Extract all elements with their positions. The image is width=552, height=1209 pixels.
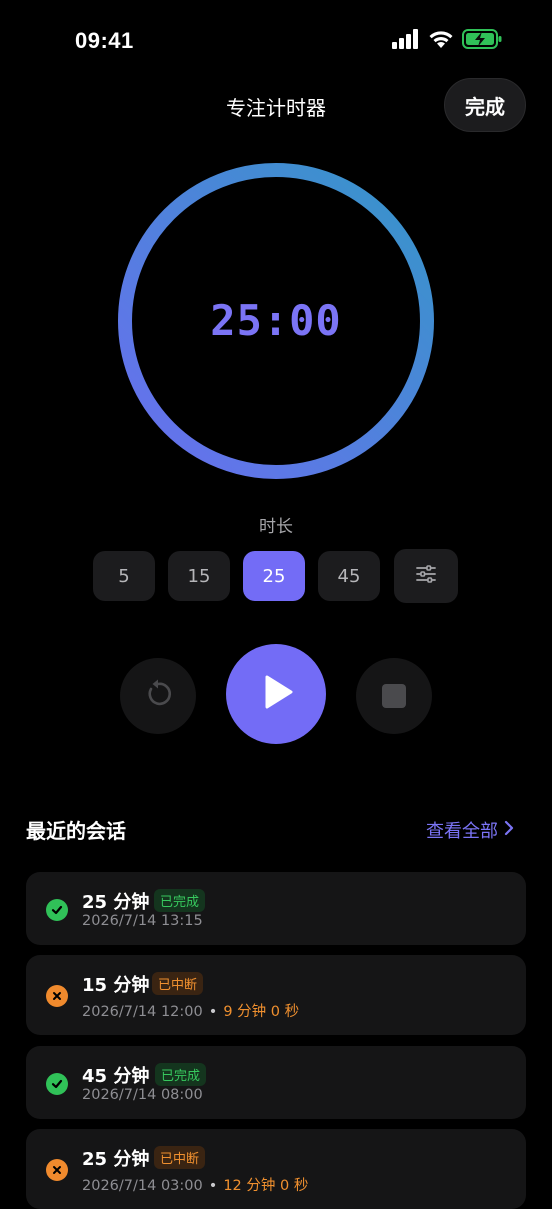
session-duration: 25 分钟 — [82, 1149, 150, 1170]
play-icon — [256, 672, 296, 716]
interrupted-x-icon — [46, 1159, 68, 1181]
status-badge: 已中断 — [154, 1146, 206, 1169]
timer-display: 25:00 — [210, 296, 342, 345]
session-meta: 2026/7/14 03:00 • 12 分钟 0 秒 — [82, 1174, 308, 1195]
separator-dot: • — [208, 1178, 218, 1194]
session-meta: 2026/7/14 13:15 — [82, 913, 203, 929]
elapsed-time: 9 分钟 0 秒 — [223, 1004, 300, 1020]
status-bar: 09:41 — [0, 0, 552, 80]
completed-check-icon — [46, 1073, 68, 1095]
session-item[interactable]: 15 分钟 已中断 2026/7/14 12:00 • 9 分钟 0 秒 — [26, 955, 526, 1035]
chevron-right-icon — [504, 820, 514, 841]
sliders-icon — [415, 564, 437, 588]
session-item[interactable]: 25 分钟 已中断 2026/7/14 03:00 • 12 分钟 0 秒 — [26, 1129, 526, 1209]
duration-option-45[interactable]: 45 — [318, 551, 380, 601]
duration-option-15[interactable]: 15 — [168, 551, 230, 601]
battery-charging-icon — [462, 29, 502, 53]
session-meta: 2026/7/14 08:00 — [82, 1087, 203, 1103]
custom-duration-button[interactable] — [394, 549, 458, 603]
separator-dot: • — [208, 1004, 218, 1020]
signal-icon — [392, 29, 420, 53]
session-meta: 2026/7/14 12:00 • 9 分钟 0 秒 — [82, 1000, 299, 1021]
status-icons — [392, 29, 502, 53]
timer-controls — [0, 644, 552, 746]
duration-label: 时长 — [259, 517, 293, 537]
session-datetime: 2026/7/14 03:00 — [82, 1178, 203, 1194]
status-badge: 已完成 — [154, 889, 206, 912]
duration-selector: 5 15 25 45 — [0, 549, 552, 603]
duration-option-5[interactable]: 5 — [93, 551, 155, 601]
session-item[interactable]: 25 分钟 已完成 2026/7/14 13:15 — [26, 872, 526, 945]
session-datetime: 2026/7/14 12:00 — [82, 1004, 203, 1020]
reset-button[interactable] — [120, 658, 196, 734]
reset-icon — [142, 678, 174, 714]
completed-check-icon — [46, 899, 68, 921]
stop-icon — [382, 684, 406, 708]
status-badge: 已中断 — [152, 972, 204, 995]
status-badge: 已完成 — [155, 1063, 207, 1086]
done-button[interactable]: 完成 — [444, 78, 526, 132]
wifi-icon — [428, 29, 454, 53]
recent-sessions-title: 最近的会话 — [26, 819, 126, 843]
view-all-label: 查看全部 — [426, 821, 498, 842]
session-duration: 25 分钟 — [82, 892, 150, 913]
elapsed-time: 12 分钟 0 秒 — [223, 1178, 309, 1194]
session-datetime: 2026/7/14 13:15 — [82, 913, 203, 929]
timer-ring: 25:00 — [117, 162, 435, 480]
status-time: 09:41 — [75, 28, 134, 53]
view-all-link[interactable]: 查看全部 — [426, 817, 514, 843]
stop-button[interactable] — [356, 658, 432, 734]
play-button[interactable] — [226, 644, 326, 744]
session-datetime: 2026/7/14 08:00 — [82, 1087, 203, 1103]
interrupted-x-icon — [46, 985, 68, 1007]
session-duration: 45 分钟 — [82, 1066, 150, 1087]
duration-option-25[interactable]: 25 — [243, 551, 305, 601]
session-item[interactable]: 45 分钟 已完成 2026/7/14 08:00 — [26, 1046, 526, 1119]
session-duration: 15 分钟 — [82, 975, 150, 996]
